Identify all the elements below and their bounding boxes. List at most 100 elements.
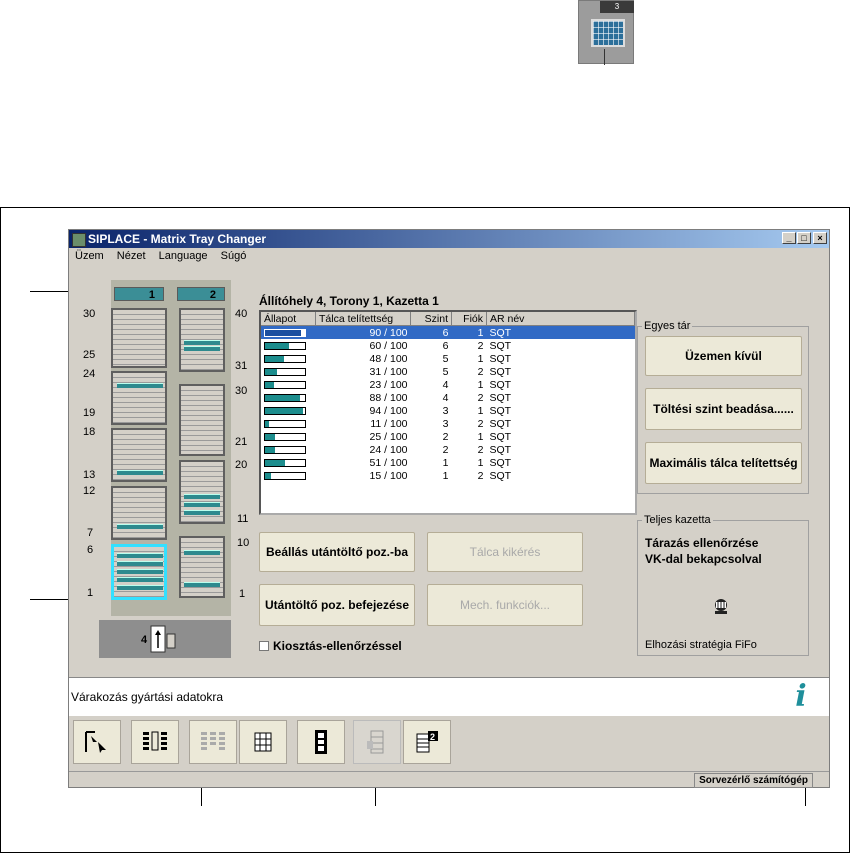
allocation-check-checkbox[interactable]: Kiosztás-ellenőrzéssel	[259, 639, 402, 653]
close-button[interactable]: ×	[813, 232, 827, 244]
station-panel[interactable]: 4	[99, 620, 231, 658]
cassette-1-5[interactable]	[111, 308, 167, 368]
fill-cell: 31 / 100	[369, 365, 408, 378]
level-label: 20	[235, 459, 248, 471]
fill-cell: 60 / 100	[369, 339, 408, 352]
cassette-status-icon	[715, 599, 727, 614]
grid-view-button[interactable]	[239, 720, 287, 764]
tray	[117, 553, 163, 558]
finish-refill-button[interactable]: Utántöltő poz. befejezése	[259, 584, 415, 626]
status-message: Várakozás gyártási adatokra	[71, 690, 224, 704]
col-drawer[interactable]: Fiók	[451, 312, 487, 326]
tower-two-icon: 2	[416, 731, 438, 753]
tray	[117, 569, 163, 574]
level-cell: 3	[442, 417, 449, 430]
menu-sugo[interactable]: Súgó	[221, 250, 247, 262]
table-row[interactable]: 31 / 100 5 2 SQT	[261, 365, 635, 378]
col-fill[interactable]: Tálca telítettség	[315, 312, 411, 326]
table-row[interactable]: 94 / 100 3 1 SQT	[261, 404, 635, 417]
level-cell: 4	[442, 378, 449, 391]
checkbox-label: Kiosztás-ellenőrzéssel	[273, 639, 402, 653]
cassette-1-2[interactable]	[111, 486, 167, 540]
level-label: 7	[87, 527, 94, 539]
tray	[184, 494, 220, 499]
table-row[interactable]: 24 / 100 2 2 SQT	[261, 443, 635, 456]
column-header-1[interactable]: 1	[114, 287, 164, 301]
col-ar-name[interactable]: AR név	[486, 312, 635, 326]
status-cell	[261, 417, 316, 430]
column-header-2[interactable]: 2	[177, 287, 225, 301]
drawer-cell: 2	[477, 443, 484, 456]
ar-name-cell: SQT	[486, 325, 635, 339]
level-label: 25	[83, 349, 96, 361]
table-row[interactable]: 15 / 100 1 2 SQT	[261, 469, 635, 482]
level-label: 21	[235, 436, 248, 448]
tray-table[interactable]: Állapot Tálca telítettség Szint Fiók AR …	[259, 310, 637, 515]
drawer-cell: 2	[477, 339, 484, 352]
cassette-2-4[interactable]	[179, 308, 225, 372]
matrix-view-button[interactable]	[131, 720, 179, 764]
tower-station-icon	[150, 625, 176, 653]
ar-name-cell: SQT	[489, 391, 512, 404]
tray	[184, 510, 220, 515]
level-label: 1	[239, 588, 246, 600]
fill-level-button[interactable]: Töltési szint beadása......	[645, 388, 802, 430]
table-row[interactable]: 88 / 100 4 2 SQT	[261, 391, 635, 404]
fill-bar	[264, 432, 306, 441]
status-bar: Sorvezérlő számítógép	[69, 771, 829, 788]
tray-changer-icon: 3	[578, 0, 634, 65]
set-refill-button[interactable]: Beállás utántöltő poz.-ba	[259, 532, 415, 572]
cassette-check-text-2: VK-dal bekapcsolval	[645, 552, 762, 566]
title-bar[interactable]: SIPLACE - Matrix Tray Changer _ □ ×	[69, 230, 829, 248]
cassette-2-3[interactable]	[179, 384, 225, 456]
menu-bar: Üzem Nézet Language Súgó	[69, 248, 829, 264]
cassette-1-3[interactable]	[111, 428, 167, 482]
table-row[interactable]: 51 / 100 1 1 SQT	[261, 456, 635, 469]
fill-bar	[264, 406, 306, 415]
table-row[interactable]: 23 / 100 4 1 SQT	[261, 378, 635, 391]
cassette-2-2[interactable]	[179, 460, 225, 524]
table-row[interactable]: 60 / 100 6 2 SQT	[261, 339, 635, 352]
cassette-2-1[interactable]	[179, 536, 225, 598]
cassette-1-4[interactable]	[111, 371, 167, 425]
drawer-cell: 2	[477, 365, 484, 378]
matrix-icon	[143, 731, 167, 751]
menu-nezet[interactable]: Nézet	[117, 250, 146, 262]
drawer-cell: 2	[477, 391, 484, 404]
col-level[interactable]: Szint	[410, 312, 452, 326]
col-status[interactable]: Állapot	[261, 312, 316, 326]
level-label: 10	[237, 537, 250, 549]
tower-2-button[interactable]: 2	[403, 720, 451, 764]
tray	[117, 524, 163, 529]
table-row[interactable]: 25 / 100 2 1 SQT	[261, 430, 635, 443]
cassette-1-1[interactable]	[111, 544, 167, 600]
max-fill-button[interactable]: Maximális tálca telítettség	[645, 442, 802, 484]
fill-bar	[264, 341, 306, 350]
status-cell	[261, 404, 316, 417]
film-view-button[interactable]	[297, 720, 345, 764]
menu-language[interactable]: Language	[159, 250, 208, 262]
level-cell: 2	[442, 443, 449, 456]
minimize-button[interactable]: _	[782, 232, 796, 244]
table-row[interactable]: 48 / 100 5 1 SQT	[261, 352, 635, 365]
icon-number: 3	[600, 1, 634, 13]
menu-uzem[interactable]: Üzem	[75, 250, 104, 262]
group-label: Egyes tár	[642, 320, 693, 332]
maximize-button[interactable]: □	[797, 232, 811, 244]
out-of-service-button[interactable]: Üzemen kívül	[645, 336, 802, 376]
table-row[interactable]: 11 / 100 3 2 SQT	[261, 417, 635, 430]
status-pane: Sorvezérlő számítógép	[694, 773, 813, 788]
ar-name-cell: SQT	[489, 339, 512, 352]
table-row[interactable]: 90 / 100 6 1 SQT	[261, 325, 635, 339]
tray-request-button[interactable]: Tálca kikérés	[427, 532, 583, 572]
level-cell: 2	[442, 430, 449, 443]
drawer-cell: 2	[477, 417, 484, 430]
svg-text:2: 2	[430, 732, 435, 742]
tower-view-button[interactable]	[353, 720, 401, 764]
checkbox-box[interactable]	[259, 641, 269, 651]
strategy-text: Elhozási stratégia FiFo	[645, 639, 757, 651]
matrix-disabled-button[interactable]	[189, 720, 237, 764]
mech-functions-button[interactable]: Mech. funkciók...	[427, 584, 583, 626]
select-tool-button[interactable]	[73, 720, 121, 764]
info-icon[interactable]: i	[785, 682, 817, 712]
